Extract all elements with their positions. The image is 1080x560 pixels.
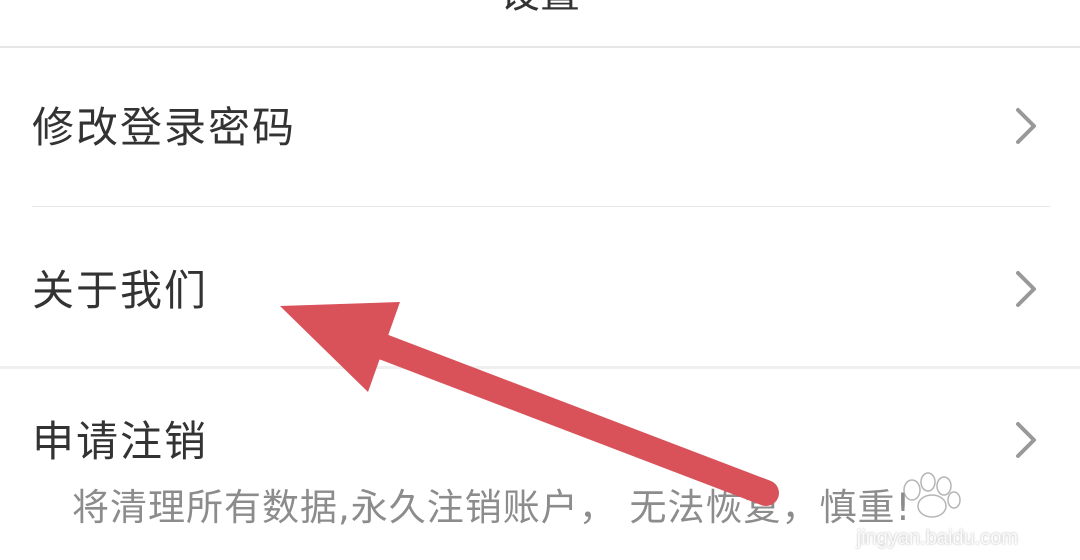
chevron-right-icon	[1016, 271, 1036, 307]
chevron-right-icon	[1016, 108, 1036, 144]
menu-item-change-password[interactable]: 修改登录密码	[0, 48, 1080, 208]
watermark-url: jingyan.baidu.com	[856, 527, 1018, 549]
menu-item-label: 关于我们	[32, 266, 209, 315]
menu-item-about-us[interactable]: 关于我们	[0, 207, 1080, 367]
chevron-right-icon	[1016, 422, 1036, 458]
menu-item-label: 修改登录密码	[32, 103, 297, 152]
top-bar: 设置	[0, 0, 1080, 48]
menu-item-label: 申请注销	[32, 417, 209, 466]
settings-screen: 设置 修改登录密码 关于我们 申请注销 将清理所有数据,永久注销账户， 无法恢复…	[0, 0, 1080, 560]
cancel-account-hint: 将清理所有数据,永久注销账户， 无法恢复，慎重!	[72, 486, 912, 529]
page-title: 设置	[0, 0, 1080, 14]
